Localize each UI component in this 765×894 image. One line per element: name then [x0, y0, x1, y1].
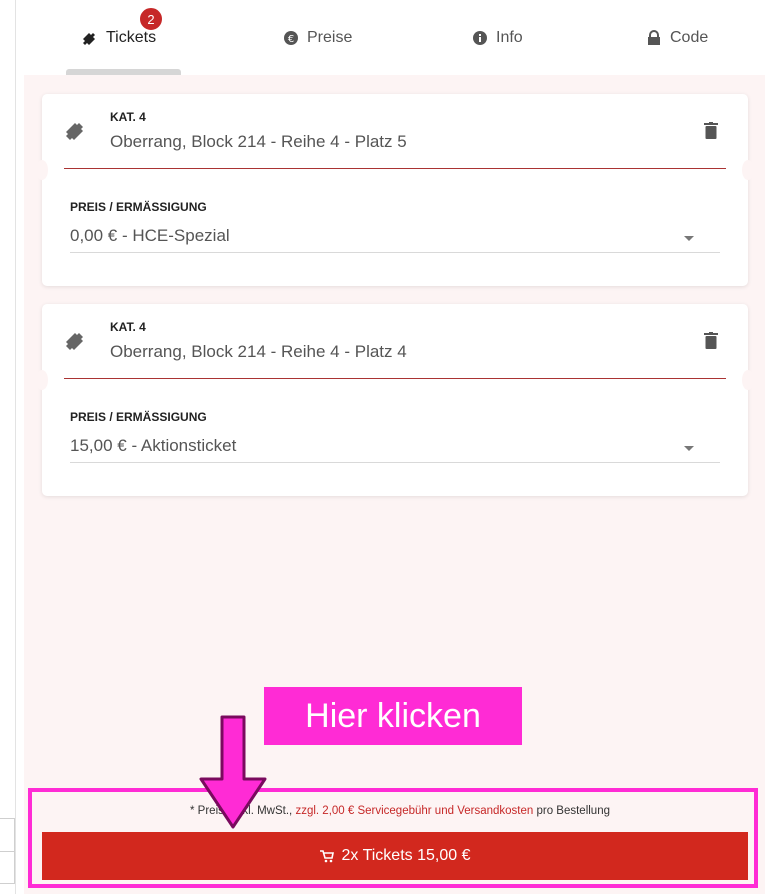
price-select-value: 0,00 € - HCE-Spezial [70, 226, 230, 245]
chevron-down-icon [684, 446, 694, 451]
checkout-button[interactable]: 2x Tickets 15,00 € [42, 832, 748, 880]
ticket-icon [83, 33, 95, 45]
ticket-icon [66, 123, 83, 140]
cart-icon [319, 849, 334, 862]
ticket-separator [64, 168, 726, 169]
tab-code-label: Code [670, 29, 709, 46]
tab-info[interactable]: Info [472, 24, 523, 52]
tab-preise[interactable]: € Preise [283, 24, 352, 52]
ticket-category: KAT. 4 [110, 320, 146, 334]
price-select[interactable]: 0,00 € - HCE-Spezial [70, 222, 720, 253]
side-widget[interactable] [0, 818, 15, 884]
tab-info-label: Info [496, 29, 523, 46]
ticket-separator [64, 378, 726, 379]
checkout-label: 2x Tickets 15,00 € [341, 847, 471, 864]
svg-text:€: € [288, 34, 294, 45]
ticket-seat: Oberrang, Block 214 - Reihe 4 - Platz 5 [110, 132, 407, 151]
ticket-card: KAT. 4 Oberrang, Block 214 - Reihe 4 - P… [36, 304, 754, 496]
ticket-card: KAT. 4 Oberrang, Block 214 - Reihe 4 - P… [36, 94, 754, 286]
trash-icon[interactable] [704, 332, 718, 349]
euro-icon: € [284, 31, 298, 45]
cart-count-badge: 2 [138, 6, 164, 32]
price-note-suffix: pro Bestellung [533, 805, 610, 817]
price-select[interactable]: 15,00 € - Aktionsticket [70, 432, 720, 463]
trash-icon[interactable] [704, 122, 718, 139]
ticket-icon [66, 333, 83, 350]
price-label: PREIS / ERMÄSSIGUNG [70, 410, 207, 424]
tab-bar: Tickets 2 € Preise Info Code [24, 0, 765, 75]
lock-icon [648, 30, 660, 45]
left-border-line [15, 0, 16, 894]
arrow-down-icon [199, 715, 267, 829]
ticket-category: KAT. 4 [110, 110, 146, 124]
price-note: * Preise inkl. MwSt., zzgl. 2,00 € Servi… [40, 805, 760, 817]
ticket-seat: Oberrang, Block 214 - Reihe 4 - Platz 4 [110, 342, 407, 361]
service-fee-link[interactable]: zzgl. 2,00 € Servicegebühr und Versandko… [295, 805, 533, 817]
info-icon [473, 31, 487, 45]
callout-label: Hier klicken [264, 687, 522, 745]
tab-preise-label: Preise [307, 29, 353, 46]
price-label: PREIS / ERMÄSSIGUNG [70, 200, 207, 214]
price-select-value: 15,00 € - Aktionsticket [70, 436, 237, 455]
chevron-down-icon [684, 236, 694, 241]
tab-code[interactable]: Code [646, 24, 708, 52]
